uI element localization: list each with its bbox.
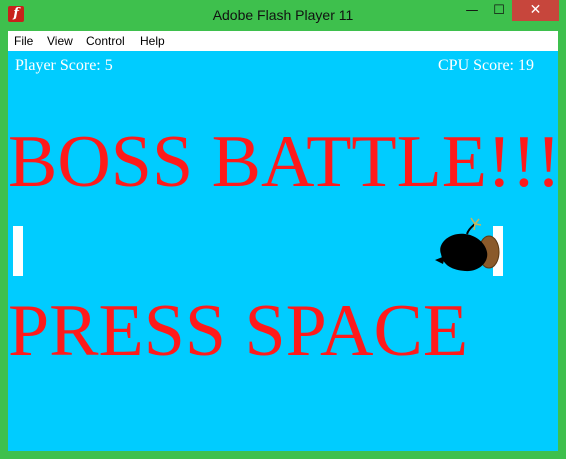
close-button[interactable]: ✕	[512, 0, 559, 21]
flash-player-window: f Adobe Flash Player 11 — ☐ ✕ File View …	[0, 0, 566, 459]
player-paddle	[13, 226, 23, 276]
menu-bar: File View Control Help	[8, 31, 558, 51]
press-space-prompt: PRESS SPACE	[8, 290, 469, 372]
bomb-icon	[435, 217, 500, 272]
boss-battle-title: BOSS BATTLE!!!	[8, 121, 558, 203]
menu-file[interactable]: File	[14, 34, 33, 48]
minimize-button[interactable]: —	[458, 0, 486, 21]
player-score: Player Score: 5	[15, 57, 113, 74]
menu-control[interactable]: Control	[86, 34, 125, 48]
game-stage[interactable]: Player Score: 5 CPU Score: 19 BOSS BATTL…	[8, 51, 558, 451]
maximize-button[interactable]: ☐	[486, 0, 512, 21]
title-bar[interactable]: f Adobe Flash Player 11 — ☐ ✕	[0, 0, 566, 31]
menu-view[interactable]: View	[47, 34, 73, 48]
menu-help[interactable]: Help	[140, 34, 165, 48]
cpu-score: CPU Score: 19	[438, 57, 534, 74]
